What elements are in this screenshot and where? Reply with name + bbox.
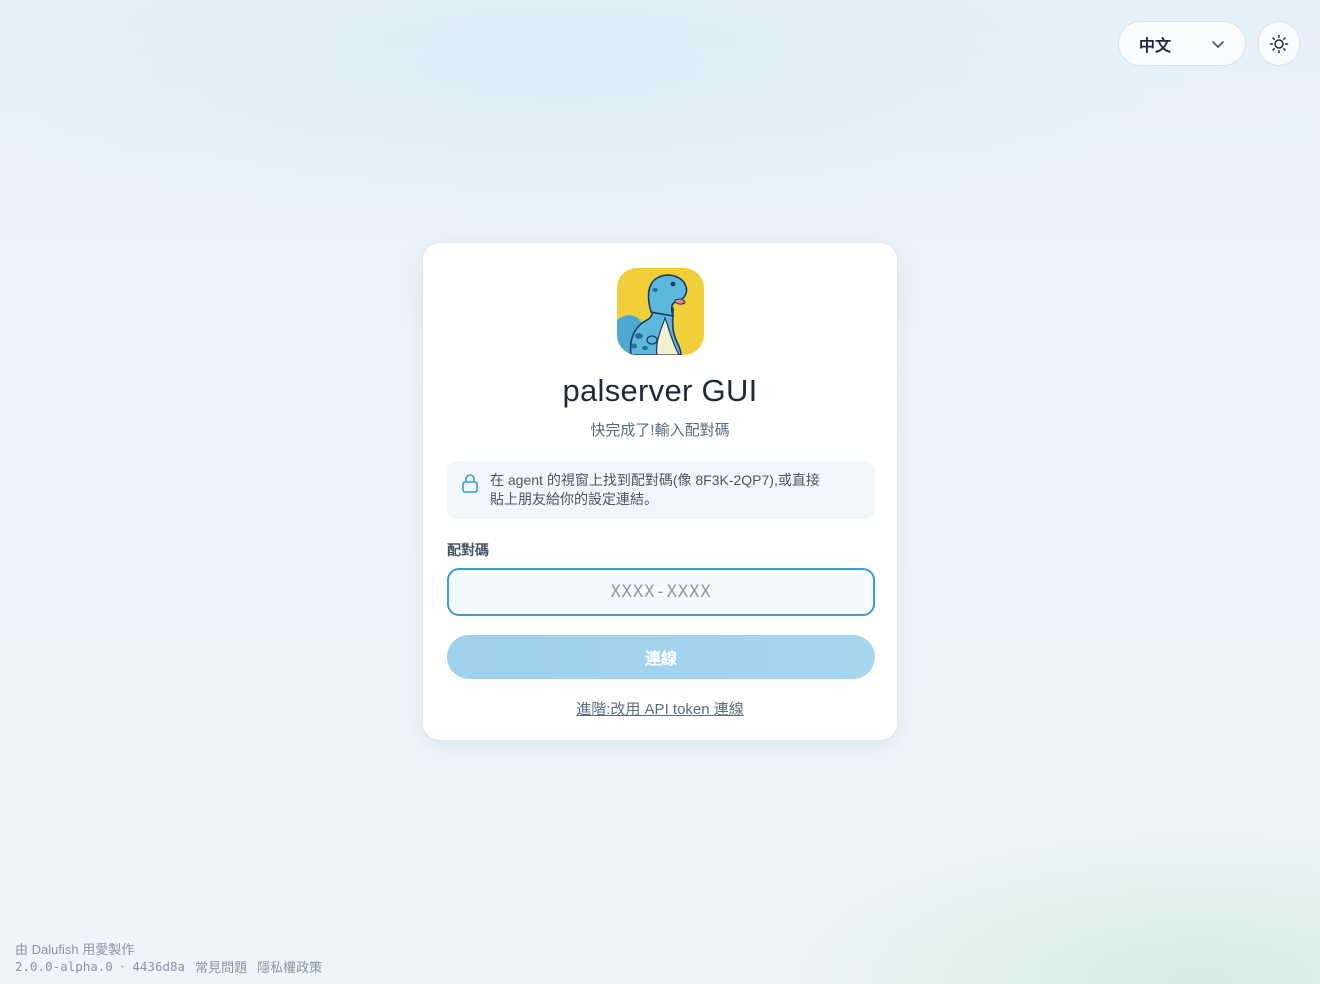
pairing-card: palserver GUI 快完成了!輸入配對碼 在 agent 的視窗上找到配… (422, 242, 898, 741)
api-token-link[interactable]: 進階:改用 API token 連線 (423, 698, 897, 719)
dinosaur-logo-icon (617, 268, 704, 355)
pairing-info-line: 在 agent 的視窗上找到配對碼(像 8F3K-2QP7),或直接 (490, 472, 820, 488)
pairing-info-line: 貼上朋友給你的設定連結。 (490, 491, 658, 507)
theme-toggle-button[interactable] (1258, 21, 1300, 66)
app-logo (617, 268, 704, 355)
pairing-code-input[interactable] (447, 568, 875, 616)
footer-meta: 2.0.0-alpha.0 · 4436d8a 常見問題 隱私權政策 (15, 957, 322, 976)
faq-link[interactable]: 常見問題 (195, 957, 247, 976)
pairing-info-box: 在 agent 的視窗上找到配對碼(像 8F3K-2QP7),或直接 貼上朋友給… (447, 461, 875, 519)
language-select-value: 中文 (1139, 37, 1172, 55)
privacy-policy-link[interactable]: 隱私權政策 (257, 957, 322, 976)
footer-separator: · (118, 959, 127, 974)
lock-icon (462, 474, 478, 493)
app-subtitle: 快完成了!輸入配對碼 (590, 422, 730, 439)
footer-credit: 由 Dalufish 用愛製作 (15, 942, 135, 957)
commit-hash: 4436d8a (132, 959, 186, 974)
language-select[interactable]: 中文 (1118, 21, 1246, 66)
pairing-info-text: 在 agent 的視窗上找到配對碼(像 8F3K-2QP7),或直接 貼上朋友給… (490, 471, 820, 509)
sun-icon (1269, 34, 1289, 53)
app-title: palserver GUI (562, 373, 758, 408)
pairing-code-label: 配對碼 (447, 542, 489, 558)
chevron-down-icon (1212, 40, 1224, 48)
version-label: 2.0.0-alpha.0 (15, 959, 113, 974)
connect-button[interactable]: 連線 (447, 635, 875, 679)
